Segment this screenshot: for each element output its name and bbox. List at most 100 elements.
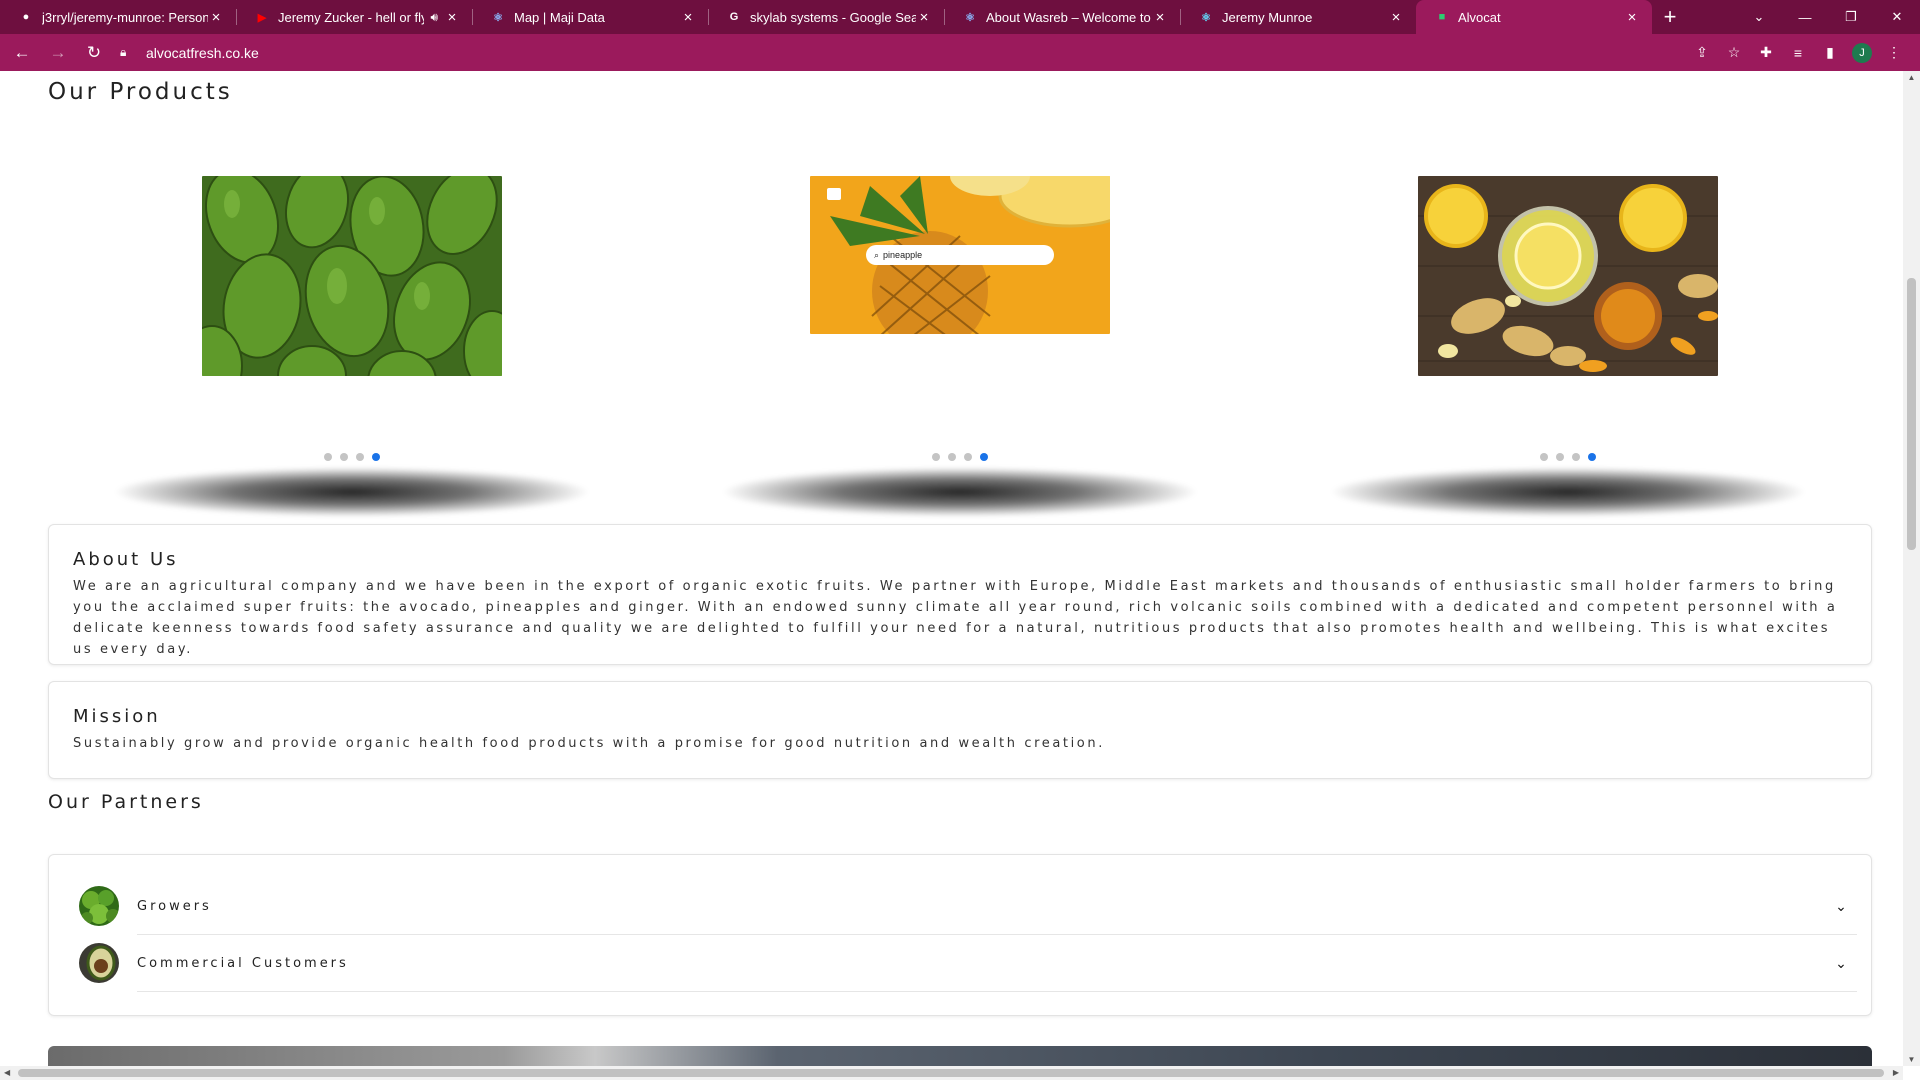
share-icon[interactable]: ⇪	[1686, 39, 1718, 67]
tab-title: About Wasreb – Welcome to Water Services	[986, 9, 1152, 25]
tab-title: Map | Maji Data	[514, 9, 605, 25]
lock-icon[interactable]: 🔒︎	[120, 45, 136, 60]
carousel-dot[interactable]	[340, 453, 348, 461]
url-text: alvocatfresh.co.ke	[146, 44, 259, 61]
close-tab-icon[interactable]: ×	[680, 9, 696, 26]
mission-text: Sustainably grow and provide organic hea…	[73, 736, 1105, 751]
react-icon: ⚛	[965, 11, 975, 24]
scroll-left-arrow-icon[interactable]: ◀	[4, 1066, 10, 1080]
mission-card: Mission Sustainably grow and provide org…	[48, 681, 1872, 779]
avocado-image	[202, 176, 502, 376]
close-tab-icon[interactable]: ×	[444, 9, 460, 26]
avocado-carousel-dots[interactable]	[202, 453, 502, 461]
react-icon: ⚛	[1201, 11, 1211, 24]
restore-button[interactable]: ❐	[1828, 0, 1874, 34]
side-panel-icon[interactable]: ▮	[1814, 39, 1846, 67]
react-icon: ⚛	[493, 11, 503, 24]
browser-tab[interactable]: ● j3rryl/jeremy-munroe: Personal Portfoli…	[0, 0, 236, 34]
carousel-dot[interactable]	[356, 453, 364, 461]
browser-tab[interactable]: ⚛ About Wasreb – Welcome to Water Service…	[944, 0, 1180, 34]
search-icon: ⌕	[874, 249, 880, 260]
browser-tab[interactable]: Gskylab systems - Google Search×	[708, 0, 944, 34]
github-icon: ●	[22, 11, 30, 23]
product-card-avocado[interactable]	[202, 176, 502, 376]
browser-tab[interactable]: ■ Alvocat ×	[1416, 0, 1652, 34]
browser-tab[interactable]: ⚛ Jeremy Munroe ×	[1180, 0, 1416, 34]
scroll-down-arrow-icon[interactable]: ▼	[1903, 1055, 1920, 1064]
window-controls: ⌄ — ❐ ✕	[1736, 0, 1920, 34]
commercial-customers-avatar	[79, 943, 119, 983]
minimize-button[interactable]: —	[1782, 0, 1828, 34]
tab-title: Jeremy Munroe	[1222, 9, 1313, 25]
bookmark-star-icon[interactable]: ☆	[1718, 39, 1750, 67]
google-icon: G	[729, 11, 739, 23]
carousel-dot[interactable]	[1572, 453, 1580, 461]
menu-kebab-icon[interactable]: ⋮	[1878, 39, 1910, 67]
scrollbar-thumb[interactable]	[18, 1069, 1884, 1077]
pineapple-image: ⌕ pineapple	[810, 176, 1110, 334]
close-window-button[interactable]: ✕	[1874, 0, 1920, 34]
chevron-down-icon[interactable]: ⌄	[1829, 955, 1853, 972]
close-tab-icon[interactable]: ×	[1152, 9, 1168, 26]
carousel-dot-active[interactable]	[372, 453, 380, 461]
youtube-icon: ▶	[257, 11, 267, 24]
vertical-scrollbar[interactable]: ▲ ▼	[1903, 71, 1920, 1066]
close-tab-icon[interactable]: ×	[916, 9, 932, 26]
carousel-dot[interactable]	[948, 453, 956, 461]
search-bar-text: pineapple	[883, 250, 923, 260]
horizontal-scrollbar[interactable]: ◀ ▶	[0, 1066, 1903, 1080]
growers-avatar	[79, 886, 119, 926]
partner-label: Growers	[137, 898, 212, 914]
product-card-ginger[interactable]	[1418, 176, 1718, 376]
carousel-dot[interactable]	[964, 453, 972, 461]
close-tab-icon[interactable]: ×	[208, 9, 224, 26]
carousel-dot[interactable]	[324, 453, 332, 461]
back-button[interactable]: ←	[8, 39, 36, 67]
carousel-dot[interactable]	[932, 453, 940, 461]
audio-playing-icon[interactable]: 🔊︎	[430, 10, 438, 25]
carousel-shadow	[1328, 467, 1808, 517]
tab-title: Jeremy Zucker - hell or flying	[278, 9, 425, 25]
address-bar[interactable]: 🔒︎ alvocatfresh.co.ke	[120, 39, 1680, 67]
tab-search-icon[interactable]: ⌄	[1736, 0, 1782, 34]
about-title: About Us	[73, 549, 179, 570]
browser-toolbar: ← → ↻ 🔒︎ alvocatfresh.co.ke ⇪ ☆ ✚ ≡ ▮ J …	[0, 34, 1920, 71]
product-card-pineapple[interactable]: ⌕ pineapple	[810, 176, 1110, 334]
carousel-dot-active[interactable]	[1588, 453, 1596, 461]
pineapple-carousel-dots[interactable]	[810, 453, 1110, 461]
media-control-icon[interactable]: ≡	[1782, 39, 1814, 67]
alvocat-icon: ■	[1438, 11, 1446, 23]
scroll-right-arrow-icon[interactable]: ▶	[1893, 1066, 1899, 1080]
about-card: About Us We are an agricultural company …	[48, 524, 1872, 665]
scroll-up-arrow-icon[interactable]: ▲	[1903, 73, 1920, 82]
tab-title: Alvocat	[1458, 9, 1501, 25]
footer-banner-image	[48, 1046, 1872, 1066]
partner-row-growers[interactable]: Growers ⌄	[79, 878, 1859, 934]
about-text: We are an agricultural company and we ha…	[73, 579, 1838, 657]
ginger-carousel-dots[interactable]	[1418, 453, 1718, 461]
forward-button[interactable]: →	[44, 39, 72, 67]
carousel-dot[interactable]	[1556, 453, 1564, 461]
profile-avatar[interactable]: J	[1852, 42, 1872, 63]
browser-tab[interactable]: ⚛ Map | Maji Data ×	[472, 0, 708, 34]
carousel-shadow	[112, 467, 592, 517]
tab-strip: ● j3rryl/jeremy-munroe: Personal Portfoli…	[0, 0, 1920, 34]
reload-button[interactable]: ↻	[80, 39, 108, 67]
close-tab-icon[interactable]: ×	[1388, 9, 1404, 26]
ginger-image	[1418, 176, 1718, 376]
partners-title: Our Partners	[48, 791, 204, 813]
divider	[137, 991, 1857, 992]
tab-title: j3rryl/jeremy-munroe: Personal Portfolio	[42, 9, 208, 25]
page-viewport: Our Products ⌕ pineapple About Us We are…	[0, 71, 1903, 1066]
partner-row-commercial-customers[interactable]: Commercial Customers ⌄	[79, 935, 1859, 991]
close-tab-icon[interactable]: ×	[1624, 9, 1640, 26]
carousel-dot[interactable]	[1540, 453, 1548, 461]
browser-tab[interactable]: ▶ Jeremy Zucker - hell or flying 🔊︎ ×	[236, 0, 472, 34]
carousel-shadow	[720, 467, 1200, 517]
new-tab-button[interactable]: +	[1652, 0, 1688, 34]
extensions-icon[interactable]: ✚	[1750, 39, 1782, 67]
chevron-down-icon[interactable]: ⌄	[1829, 898, 1853, 915]
carousel-dot-active[interactable]	[980, 453, 988, 461]
scrollbar-thumb[interactable]	[1907, 278, 1916, 550]
partners-accordion: Growers ⌄ Commercial Customers ⌄	[48, 854, 1872, 1016]
